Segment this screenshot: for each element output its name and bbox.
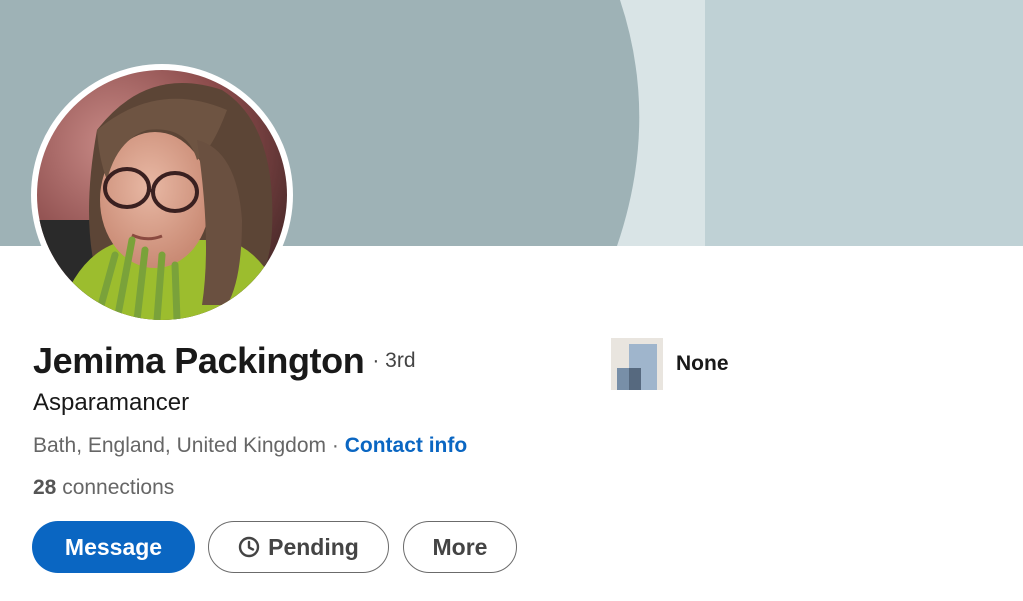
connections-count: 28 xyxy=(33,476,57,499)
profile-photo xyxy=(37,70,287,320)
profile-name: Jemima Packington xyxy=(33,340,365,381)
message-button-label: Message xyxy=(64,533,163,560)
message-button[interactable]: Message xyxy=(32,521,195,573)
pending-button[interactable]: Pending xyxy=(208,521,389,573)
clock-icon xyxy=(238,536,260,558)
connections-row: 28 connections xyxy=(33,476,174,500)
contact-info-link[interactable]: Contact info xyxy=(345,434,467,457)
name-row: Jemima Packington · 3rd xyxy=(33,340,416,382)
location-row: Bath, England, United Kingdom · Contact … xyxy=(33,434,467,458)
company-name: None xyxy=(676,352,729,375)
profile-location: Bath, England, United Kingdom xyxy=(33,434,327,457)
profile-page: Jemima Packington · 3rd Asparamancer Bat… xyxy=(0,0,1023,601)
profile-avatar[interactable] xyxy=(31,64,293,326)
more-button[interactable]: More xyxy=(403,521,517,573)
profile-headline: Asparamancer xyxy=(33,389,190,416)
company-placeholder-logo-icon xyxy=(611,338,663,390)
current-company[interactable]: None xyxy=(611,338,729,390)
more-button-label: More xyxy=(432,533,488,560)
pending-button-label: Pending xyxy=(268,533,359,560)
connection-degree: · 3rd xyxy=(372,349,416,372)
location-separator: · xyxy=(326,434,345,457)
connections-label: connections xyxy=(56,476,175,499)
